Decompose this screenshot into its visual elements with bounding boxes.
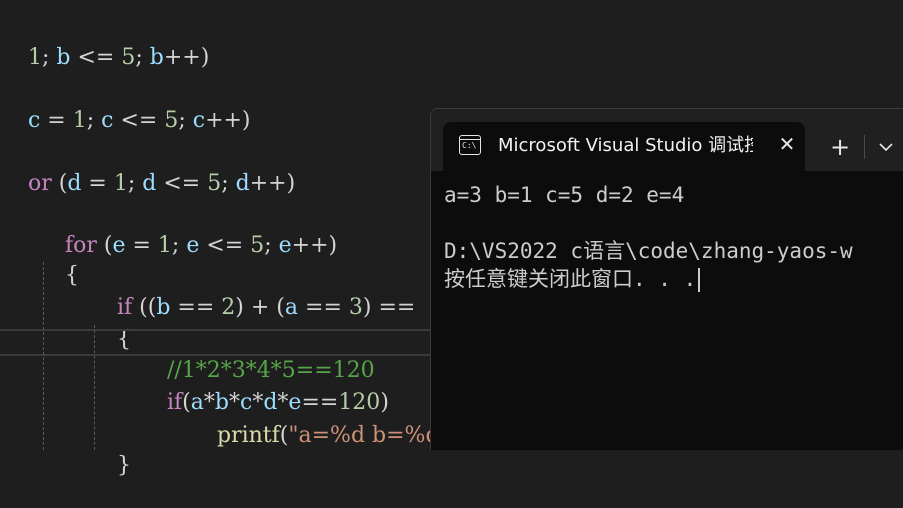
tab-title: Microsoft Visual Studio 调试控 bbox=[498, 135, 753, 156]
code-line: } bbox=[116, 453, 131, 478]
terminal-output: a=3 b=1 c=5 d=2 e=4 D:\VS2022 c语言\code\z… bbox=[444, 181, 903, 293]
indent-guide bbox=[94, 325, 95, 450]
terminal-icon: C:\ bbox=[459, 135, 481, 155]
terminal-titlebar: C:\ Microsoft Visual Studio 调试控 ✕ + bbox=[431, 109, 903, 171]
output-line: D:\VS2022 c语言\code\zhang-yaos-w bbox=[444, 239, 853, 263]
output-line-prompt: 按任意键关闭此窗口. . . bbox=[444, 265, 903, 293]
tab-dropdown-button[interactable] bbox=[871, 133, 901, 161]
code-line: if ((b == 2) + (a == 3) == bbox=[116, 295, 416, 320]
code-line: //1*2*3*4*5==120 bbox=[166, 358, 375, 383]
code-line: if(a*b*c*d*e==120) bbox=[166, 390, 389, 415]
code-line: or (d = 1; d <= 5; d++) bbox=[27, 171, 296, 196]
close-tab-button[interactable]: ✕ bbox=[775, 132, 799, 156]
indent-guide bbox=[43, 262, 44, 450]
chevron-down-icon bbox=[879, 143, 893, 152]
code-line: printf("a=%d b=%d c bbox=[216, 423, 459, 448]
titlebar-separator bbox=[864, 135, 865, 159]
code-line: { bbox=[64, 263, 79, 288]
output-line: a=3 b=1 c=5 d=2 e=4 bbox=[444, 183, 685, 207]
code-line: for (e = 1; e <= 5; e++) bbox=[64, 233, 338, 258]
code-line: c = 1; c <= 5; c++) bbox=[27, 108, 251, 133]
terminal-window[interactable]: C:\ Microsoft Visual Studio 调试控 ✕ + a=3 … bbox=[430, 108, 903, 450]
new-tab-button[interactable]: + bbox=[825, 133, 855, 161]
terminal-tab[interactable]: C:\ Microsoft Visual Studio 调试控 ✕ bbox=[443, 122, 805, 171]
code-line: 1; b <= 5; b++) bbox=[27, 45, 210, 70]
text-cursor bbox=[698, 268, 701, 292]
code-line: { bbox=[116, 327, 131, 352]
